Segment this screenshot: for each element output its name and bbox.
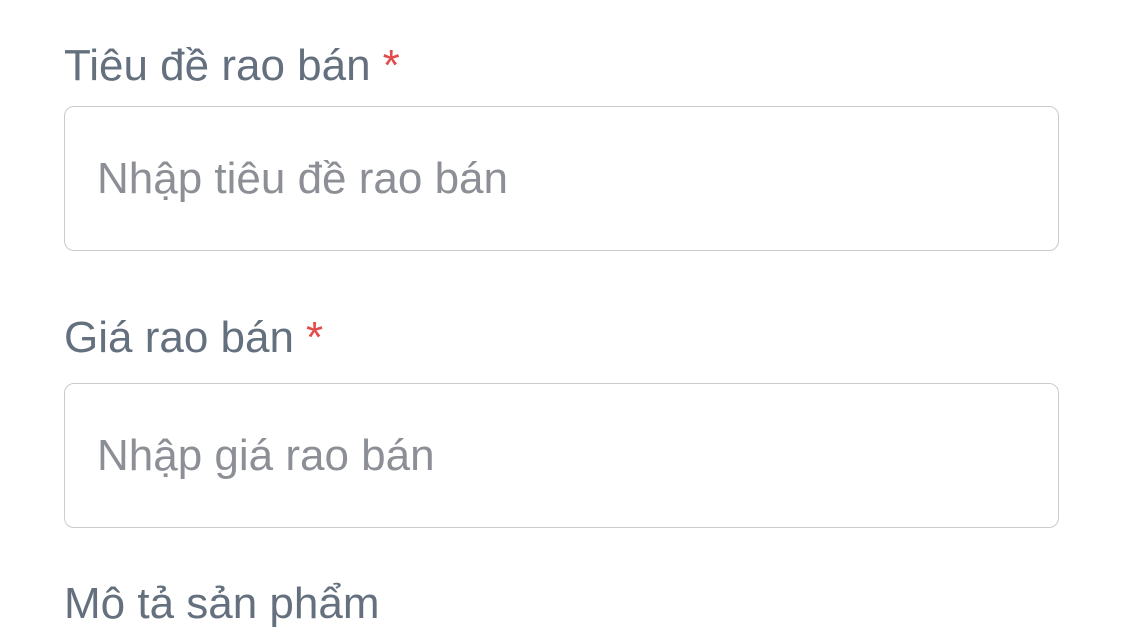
price-label-text: Giá rao bán — [64, 313, 294, 362]
price-required-mark: * — [305, 313, 324, 362]
title-input[interactable] — [64, 106, 1059, 251]
title-label-text: Tiêu đề rao bán — [64, 41, 371, 90]
title-required-mark: * — [382, 41, 400, 90]
next-field-label: Mô tả sản phẩm — [64, 579, 380, 628]
price-input[interactable] — [64, 383, 1059, 528]
title-field-label: Tiêu đề rao bán * — [64, 40, 400, 92]
price-field-label: Giá rao bán * — [64, 312, 323, 364]
